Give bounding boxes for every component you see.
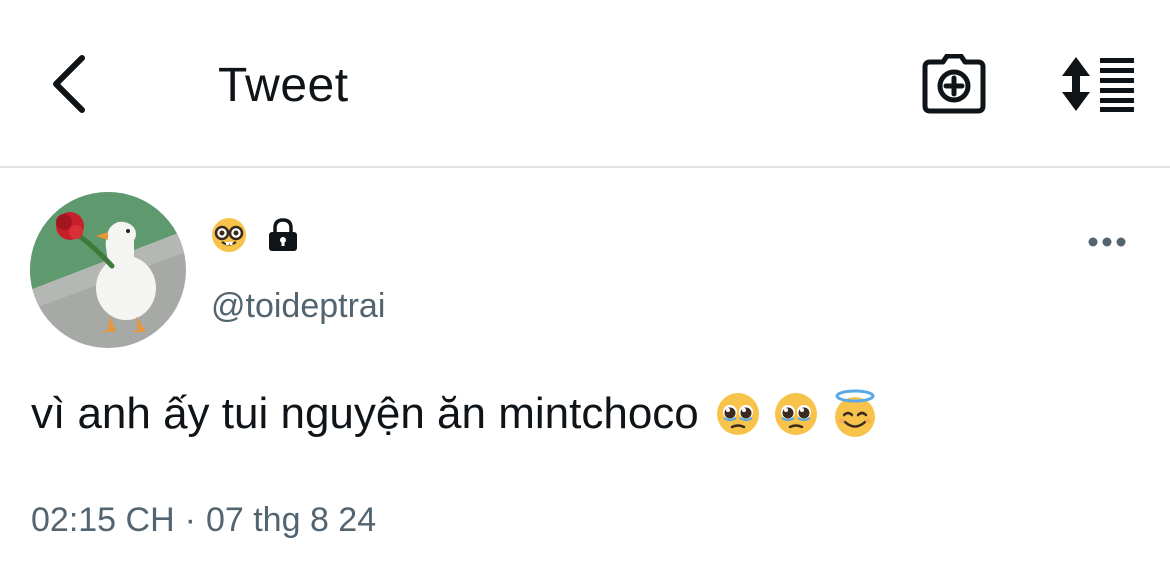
avatar[interactable] (30, 192, 186, 348)
tweet-emojis (715, 389, 879, 439)
pleading-face-emoji (716, 393, 759, 435)
tweet-text-content: vì anh ấy tui nguyện ăn mintchoco (31, 389, 699, 438)
nerd-face-emoji (210, 216, 248, 259)
more-options-button[interactable] (1082, 226, 1132, 258)
sort-button[interactable] (1056, 50, 1140, 118)
user-handle[interactable]: @toideptrai (211, 284, 385, 328)
more-dots-icon (1088, 237, 1126, 247)
sort-lines-icon (1062, 57, 1134, 112)
tweet-time: 02:15 CH (31, 501, 175, 539)
top-nav-bar: Tweet (0, 0, 1170, 168)
camera-button[interactable] (918, 50, 990, 118)
pleading-face-emoji (774, 393, 817, 435)
display-name-row[interactable] (210, 215, 300, 259)
tweet-date: 07 thg 8 24 (205, 501, 377, 539)
meta-separator: · (184, 501, 196, 539)
halo-face-emoji (834, 389, 875, 437)
tweet-timestamp[interactable]: 02:15 CH · 07 thg 8 24 (31, 498, 376, 542)
lock-icon (266, 217, 300, 257)
chevron-left-icon (53, 55, 85, 113)
back-button[interactable] (40, 50, 96, 118)
goose-with-rose-avatar (30, 192, 186, 348)
camera-plus-icon (922, 54, 986, 114)
tweet-text: vì anh ấy tui nguyện ăn mintchoco (31, 384, 879, 444)
page-title: Tweet (218, 59, 349, 112)
